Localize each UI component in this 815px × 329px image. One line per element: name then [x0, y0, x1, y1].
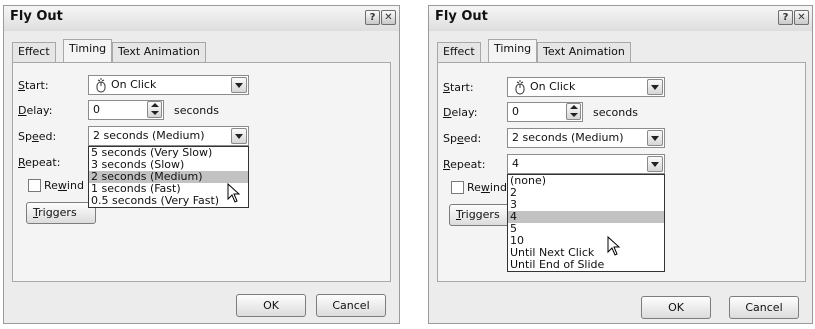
- tab-timing[interactable]: Timing: [63, 39, 113, 62]
- speed-options-list: 5 seconds (Very Slow) 3 seconds (Slow) 2…: [88, 146, 249, 208]
- fly-out-dialog-left: Fly Out ? ✕ Effect Timing Text Animation…: [3, 5, 400, 324]
- triggers-button[interactable]: Triggers: [449, 204, 511, 226]
- triggers-button[interactable]: Triggers: [26, 202, 96, 224]
- ok-button[interactable]: OK: [236, 294, 306, 317]
- mouse-click-icon: [96, 78, 106, 93]
- speed-label: Speed:: [18, 130, 57, 143]
- repeat-option[interactable]: 3: [508, 199, 664, 211]
- mouse-click-icon: [515, 80, 525, 95]
- delay-spinner-icon[interactable]: [147, 101, 162, 118]
- ok-button[interactable]: OK: [641, 296, 711, 319]
- rewind-label: Rewind: [44, 179, 84, 192]
- help-button[interactable]: ?: [778, 10, 793, 25]
- help-button[interactable]: ?: [365, 10, 380, 25]
- delay-value: 0: [93, 103, 100, 116]
- start-dropdown[interactable]: On Click: [88, 75, 249, 95]
- speed-dropdown[interactable]: 2 seconds (Medium): [507, 128, 665, 148]
- close-button[interactable]: ✕: [794, 10, 809, 25]
- delay-unit-label: seconds: [174, 104, 219, 117]
- repeat-options-list: (none) 2 3 4 5 10 Until Next Click Until…: [507, 174, 665, 272]
- repeat-option-selected[interactable]: 4: [508, 211, 664, 223]
- rewind-label: Rewind: [467, 181, 507, 194]
- title-bar[interactable]: Fly Out ? ✕: [4, 6, 399, 31]
- speed-dropdown[interactable]: 2 seconds (Medium): [88, 126, 249, 146]
- tab-effect[interactable]: Effect: [437, 42, 481, 62]
- mouse-pointer-icon: [227, 183, 241, 203]
- dialog-title: Fly Out: [435, 9, 488, 24]
- chevron-down-icon[interactable]: [231, 77, 247, 93]
- fly-out-dialog-right: Fly Out ? ✕ Effect Timing Text Animation…: [428, 5, 813, 324]
- chevron-down-icon[interactable]: [647, 130, 663, 146]
- delay-spinner-icon[interactable]: [566, 103, 581, 120]
- speed-value: 2 seconds (Medium): [512, 131, 624, 144]
- repeat-option[interactable]: Until End of Slide: [508, 259, 664, 271]
- repeat-option[interactable]: 2: [508, 187, 664, 199]
- repeat-label: Repeat:: [18, 156, 61, 169]
- cancel-button[interactable]: Cancel: [316, 294, 386, 317]
- delay-value: 0: [512, 105, 519, 118]
- start-label: Start:: [443, 81, 474, 94]
- repeat-option[interactable]: (none): [508, 175, 664, 187]
- start-value: On Click: [111, 78, 157, 91]
- start-dropdown[interactable]: On Click: [507, 77, 665, 97]
- tab-effect[interactable]: Effect: [12, 42, 56, 62]
- title-bar[interactable]: Fly Out ? ✕: [429, 6, 812, 31]
- speed-value: 2 seconds (Medium): [93, 129, 205, 142]
- tab-text-animation[interactable]: Text Animation: [112, 42, 206, 62]
- chevron-down-icon[interactable]: [647, 79, 663, 95]
- delay-unit-label: seconds: [593, 106, 638, 119]
- mouse-pointer-icon: [607, 236, 621, 256]
- rewind-checkbox[interactable]: [28, 179, 41, 192]
- speed-option[interactable]: 0.5 seconds (Very Fast): [89, 195, 248, 207]
- chevron-down-icon[interactable]: [647, 156, 663, 172]
- tab-timing[interactable]: Timing: [488, 39, 538, 62]
- repeat-dropdown[interactable]: 4: [507, 154, 665, 174]
- dialog-title: Fly Out: [10, 9, 63, 24]
- delay-label: Delay:: [443, 106, 478, 119]
- repeat-value: 4: [512, 157, 519, 170]
- chevron-down-icon[interactable]: [231, 128, 247, 144]
- cancel-button[interactable]: Cancel: [729, 296, 799, 319]
- start-value: On Click: [530, 80, 576, 93]
- speed-label: Speed:: [443, 132, 482, 145]
- close-button[interactable]: ✕: [381, 10, 396, 25]
- start-label: Start:: [18, 79, 49, 92]
- rewind-checkbox[interactable]: [451, 181, 464, 194]
- repeat-label: Repeat:: [443, 158, 486, 171]
- tab-text-animation[interactable]: Text Animation: [537, 42, 631, 62]
- repeat-option[interactable]: 5: [508, 223, 664, 235]
- delay-label: Delay:: [18, 104, 53, 117]
